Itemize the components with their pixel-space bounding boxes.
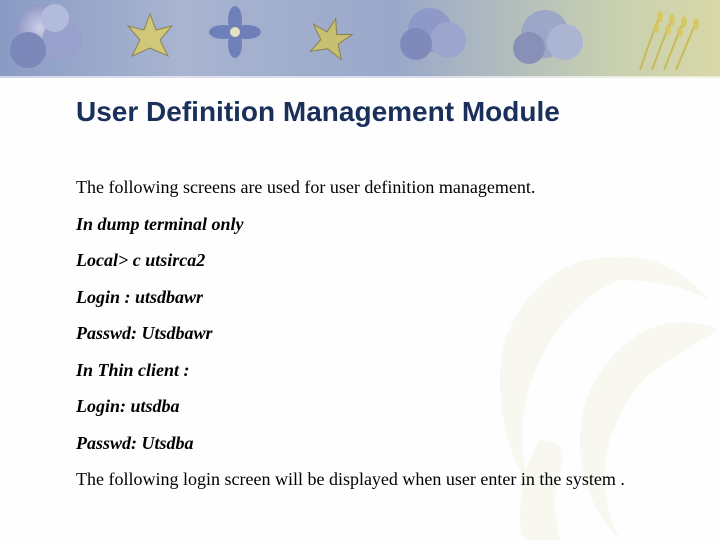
intro-text: The following screens are used for user …: [76, 176, 676, 199]
page-title: User Definition Management Module: [76, 96, 676, 128]
outro-text: The following login screen will be displ…: [76, 468, 676, 491]
body-line: In Thin client :: [76, 359, 676, 382]
body-line: Login : utsdbawr: [76, 286, 676, 309]
decorative-banner: [0, 0, 720, 82]
body-line: In dump terminal only: [76, 213, 676, 236]
body-text: The following screens are used for user …: [76, 176, 676, 491]
slide-content: User Definition Management Module The fo…: [76, 96, 676, 505]
body-line: Login: utsdba: [76, 395, 676, 418]
body-line: Passwd: Utsdbawr: [76, 322, 676, 345]
body-line: Passwd: Utsdba: [76, 432, 676, 455]
body-line: Local> c utsirca2: [76, 249, 676, 272]
